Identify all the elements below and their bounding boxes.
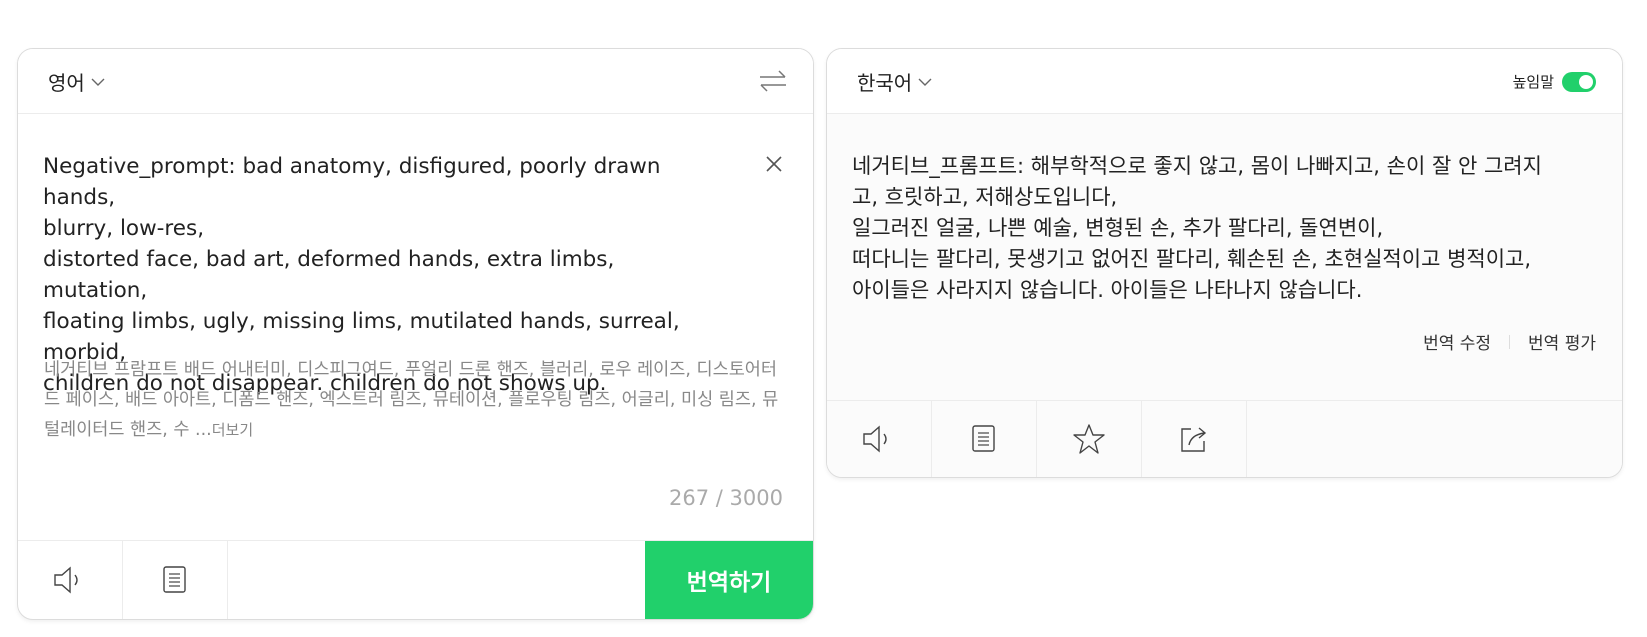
swap-languages-icon[interactable] bbox=[757, 67, 789, 95]
source-footer: 번역하기 bbox=[18, 540, 813, 619]
chevron-down-icon bbox=[918, 78, 932, 86]
pronunciation-body: 네거티브 프람프트 배드 어내터미, 디스피그여드, 푸얼리 드론 핸즈, 블러… bbox=[44, 360, 779, 440]
more-link[interactable]: 더보기 bbox=[212, 421, 253, 439]
translation-actions: 번역 수정 번역 평가 bbox=[1423, 329, 1596, 354]
honorific-control: 높임말 bbox=[1513, 71, 1596, 92]
target-header: 한국어 높임말 bbox=[827, 49, 1622, 114]
speaker-icon bbox=[54, 566, 78, 594]
char-count: 267 / 3000 bbox=[669, 486, 783, 510]
star-icon bbox=[1073, 424, 1105, 454]
source-language-select[interactable]: 영어 bbox=[48, 67, 106, 96]
source-listen-button[interactable] bbox=[18, 541, 123, 619]
target-language-select[interactable]: 한국어 bbox=[857, 67, 933, 96]
chevron-down-icon bbox=[91, 78, 105, 86]
honorific-toggle[interactable] bbox=[1562, 71, 1596, 92]
toggle-knob bbox=[1579, 74, 1593, 89]
pronunciation-text: 네거티브 프람프트 배드 어내터미, 디스피그여드, 푸얼리 드론 핸즈, 블러… bbox=[44, 355, 784, 445]
translation-output: 네거티브_프롬프트: 해부학적으로 좋지 않고, 몸이 나빠지고, 손이 잘 안… bbox=[852, 154, 1542, 302]
copy-icon bbox=[163, 566, 186, 593]
speaker-icon bbox=[863, 425, 887, 453]
target-panel: 한국어 높임말 네거티브_프롬프트: 해부학적으로 좋지 않고, 몸이 나빠지고… bbox=[826, 48, 1623, 478]
target-language-label: 한국어 bbox=[857, 71, 913, 95]
source-panel: 영어 Negative_prompt: bad anatomy, disfigu… bbox=[17, 48, 814, 620]
close-icon[interactable] bbox=[763, 153, 785, 175]
favorite-button[interactable] bbox=[1037, 401, 1142, 477]
source-language-label: 영어 bbox=[48, 71, 85, 95]
source-header: 영어 bbox=[18, 49, 813, 114]
target-copy-button[interactable] bbox=[932, 401, 1037, 477]
source-copy-button[interactable] bbox=[123, 541, 228, 619]
honorific-label: 높임말 bbox=[1512, 73, 1554, 91]
divider bbox=[1509, 334, 1511, 349]
copy-icon bbox=[972, 425, 995, 452]
target-footer bbox=[827, 400, 1622, 477]
translate-button[interactable]: 번역하기 bbox=[645, 541, 813, 619]
share-button[interactable] bbox=[1142, 401, 1247, 477]
rate-translation-link[interactable]: 번역 평가 bbox=[1528, 329, 1596, 354]
target-listen-button[interactable] bbox=[827, 401, 932, 477]
edit-translation-link[interactable]: 번역 수정 bbox=[1423, 329, 1491, 354]
share-icon bbox=[1181, 427, 1207, 452]
